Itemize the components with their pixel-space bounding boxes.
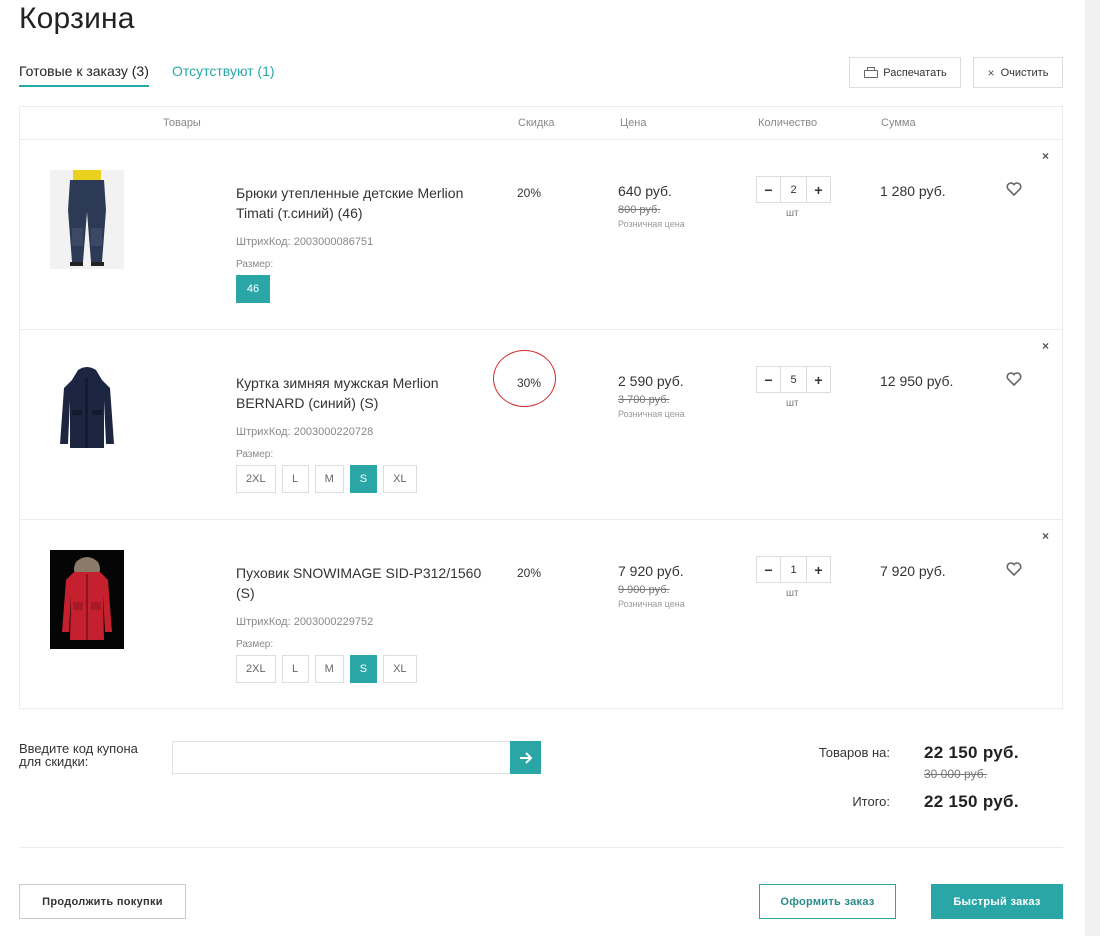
size-option-s[interactable]: S xyxy=(349,465,378,493)
quantity-stepper: − 1 + xyxy=(756,556,831,583)
heart-icon[interactable] xyxy=(1006,372,1022,386)
size-label: Размер: xyxy=(236,449,274,460)
size-label: Размер: xyxy=(236,259,274,270)
cart-table: Товары Скидка Цена Количество Сумма Брюк… xyxy=(19,106,1063,709)
page-scrollbar[interactable] xyxy=(1085,0,1100,936)
page-title: Корзина xyxy=(19,2,135,35)
clear-button-label: Очистить xyxy=(1000,66,1049,79)
quick-order-button[interactable]: Быстрый заказ xyxy=(931,884,1063,919)
close-icon: × xyxy=(987,65,995,80)
clear-cart-button[interactable]: × Очистить xyxy=(973,57,1063,88)
arrow-right-icon xyxy=(519,751,532,764)
table-row: Пуховик SNOWIMAGE SID-P312/1560 (S) Штри… xyxy=(20,520,1062,710)
heart-icon[interactable] xyxy=(1006,562,1022,576)
size-option-2xl[interactable]: 2XL xyxy=(236,465,276,493)
size-label: Размер: xyxy=(236,639,274,650)
discount-value: 20% xyxy=(517,186,542,200)
product-name[interactable]: Куртка зимняя мужская Merlion BERNARD (с… xyxy=(236,373,496,413)
size-option-m[interactable]: M xyxy=(314,465,344,493)
quantity-unit: шт xyxy=(786,208,799,219)
size-option-m[interactable]: M xyxy=(314,655,344,683)
table-row: Куртка зимняя мужская Merlion BERNARD (с… xyxy=(20,330,1062,520)
coupon-input[interactable] xyxy=(172,741,511,774)
product-barcode: ШтрихКод: 2003000220728 xyxy=(236,426,374,438)
product-image-parka[interactable] xyxy=(50,550,124,649)
sum-value: 12 950 руб. xyxy=(880,373,954,389)
size-selector: 2XL L M S XL xyxy=(236,465,417,493)
price-value: 2 590 руб. xyxy=(618,373,684,389)
old-price-value: 9 900 руб. xyxy=(618,584,670,596)
product-image-pants[interactable] xyxy=(50,170,124,269)
quantity-stepper: − 5 + xyxy=(756,366,831,393)
remove-item-icon[interactable]: × xyxy=(1042,529,1049,543)
price-type-label: Розничная цена xyxy=(618,409,685,419)
header-discount: Скидка xyxy=(518,117,555,129)
decrease-button[interactable]: − xyxy=(757,557,780,582)
discount-value: 20% xyxy=(517,566,542,580)
size-option-2xl[interactable]: 2XL xyxy=(236,655,276,683)
table-row: Брюки утепленные детские Merlion Timati … xyxy=(20,140,1062,330)
size-option-l[interactable]: L xyxy=(281,655,309,683)
price-value: 7 920 руб. xyxy=(618,563,684,579)
tab-absent[interactable]: Отсутствуют (1) xyxy=(172,62,275,85)
print-button[interactable]: Распечатать xyxy=(849,57,961,88)
discount-value: 30% xyxy=(517,376,542,390)
apply-coupon-button[interactable] xyxy=(510,741,541,774)
decrease-button[interactable]: − xyxy=(757,177,780,202)
quantity-stepper: − 2 + xyxy=(756,176,831,203)
printer-icon xyxy=(863,66,879,79)
size-option-l[interactable]: L xyxy=(281,465,309,493)
product-barcode: ШтрихКод: 2003000086751 xyxy=(236,236,374,248)
grand-total-value: 22 150 руб. xyxy=(924,792,1019,811)
header-quantity: Количество xyxy=(758,117,818,129)
decrease-button[interactable]: − xyxy=(757,367,780,392)
divider xyxy=(19,847,1063,848)
quantity-input[interactable]: 5 xyxy=(780,367,807,392)
remove-item-icon[interactable]: × xyxy=(1042,339,1049,353)
price-value: 640 руб. xyxy=(618,183,672,199)
product-name[interactable]: Пуховик SNOWIMAGE SID-P312/1560 (S) xyxy=(236,563,496,603)
sum-value: 1 280 руб. xyxy=(880,183,946,199)
header-goods: Товары xyxy=(163,117,201,129)
goods-total-value: 22 150 руб. xyxy=(924,743,1019,762)
header-sum: Сумма xyxy=(881,117,916,129)
product-barcode: ШтрихКод: 2003000229752 xyxy=(236,616,374,628)
remove-item-icon[interactable]: × xyxy=(1042,149,1049,163)
increase-button[interactable]: + xyxy=(807,557,830,582)
size-selector: 46 xyxy=(236,275,270,303)
quantity-unit: шт xyxy=(786,588,799,599)
checkout-button[interactable]: Оформить заказ xyxy=(759,884,896,919)
continue-shopping-button[interactable]: Продолжить покупки xyxy=(19,884,186,919)
quantity-input[interactable]: 1 xyxy=(780,557,807,582)
quantity-unit: шт xyxy=(786,398,799,409)
old-price-value: 800 руб. xyxy=(618,204,661,216)
old-price-value: 3 700 руб. xyxy=(618,394,670,406)
coupon-label: Введите код купона для скидки: xyxy=(19,741,138,769)
size-option-xl[interactable]: XL xyxy=(383,465,417,493)
product-name[interactable]: Брюки утепленные детские Merlion Timati … xyxy=(236,183,496,223)
increase-button[interactable]: + xyxy=(807,177,830,202)
size-selector: 2XL L M S XL xyxy=(236,655,417,683)
grand-total-label: Итого: xyxy=(852,794,890,809)
size-option-xl[interactable]: XL xyxy=(383,655,417,683)
size-option-46[interactable]: 46 xyxy=(236,275,270,303)
product-image-jacket[interactable] xyxy=(50,360,124,459)
quantity-input[interactable]: 2 xyxy=(780,177,807,202)
heart-icon[interactable] xyxy=(1006,182,1022,196)
increase-button[interactable]: + xyxy=(807,367,830,392)
header-price: Цена xyxy=(620,117,647,129)
tab-ready-to-order[interactable]: Готовые к заказу (3) xyxy=(19,62,149,87)
table-header: Товары Скидка Цена Количество Сумма xyxy=(20,107,1062,140)
price-type-label: Розничная цена xyxy=(618,219,685,229)
size-option-s[interactable]: S xyxy=(349,655,378,683)
goods-old-total: 30 000 руб. xyxy=(924,767,987,781)
goods-total-label: Товаров на: xyxy=(818,745,890,760)
sum-value: 7 920 руб. xyxy=(880,563,946,579)
price-type-label: Розничная цена xyxy=(618,599,685,609)
print-button-label: Распечатать xyxy=(883,66,947,79)
